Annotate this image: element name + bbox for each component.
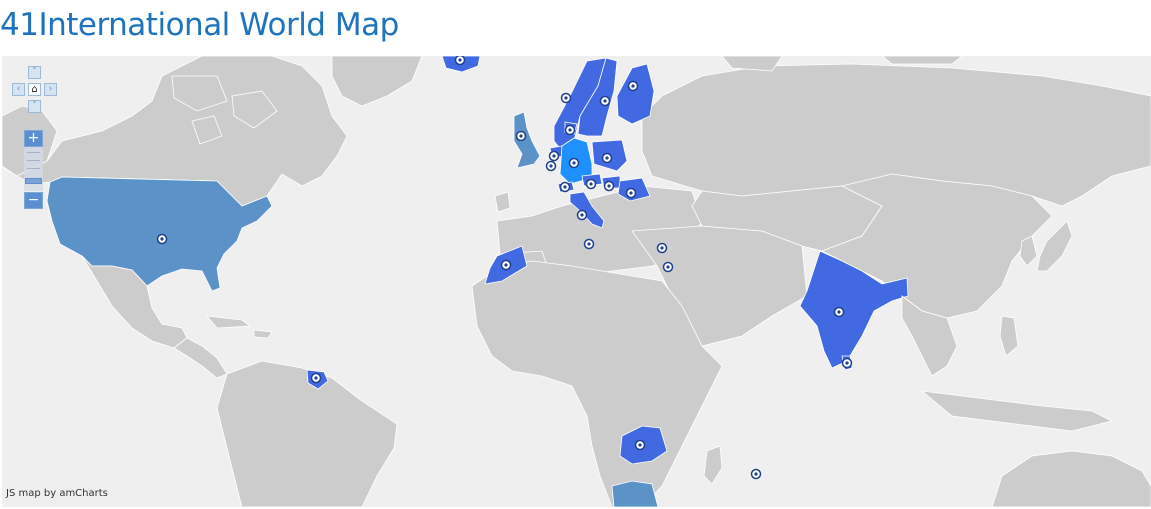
marker-netherlands[interactable] [548,150,560,162]
marker-germany[interactable] [568,157,580,169]
page-title: 41International World Map [0,7,399,43]
home-icon: ⌂ [31,84,38,95]
marker-belgium[interactable] [545,160,557,172]
marker-austria[interactable] [585,178,597,190]
country-south-africa[interactable] [611,480,659,507]
marker-italy[interactable] [576,209,588,221]
zoom-step-mark [27,152,40,153]
country-ireland[interactable] [494,191,511,213]
marker-sweden[interactable] [599,95,611,107]
zoom-out-button[interactable]: − [24,192,43,209]
pan-up-button[interactable]: ˄ [28,66,41,79]
zoom-slider-track[interactable] [24,147,43,191]
zoom-in-button[interactable]: + [24,130,43,147]
marker-hungary[interactable] [603,180,615,192]
chevron-up-icon: ˄ [32,67,37,77]
marker-united-kingdom[interactable] [515,130,527,142]
marker-norway[interactable] [560,92,572,104]
marker-israel[interactable] [662,261,674,273]
chevron-down-icon: ˅ [32,101,37,111]
map-credit[interactable]: JS map by amCharts [6,488,108,499]
marker-finland[interactable] [627,80,639,92]
marker-sri-lanka[interactable] [841,357,853,369]
chevron-right-icon: › [48,84,53,94]
marker-romania[interactable] [625,187,637,199]
zoom-step-mark [27,160,40,161]
marker-iceland[interactable] [454,56,466,66]
marker-zambia[interactable] [634,439,646,451]
marker-cyprus[interactable] [656,242,668,254]
marker-poland[interactable] [601,152,613,164]
marker-india[interactable] [833,306,845,318]
marker-switzerland[interactable] [559,181,571,193]
marker-united-states[interactable] [156,233,168,245]
world-map[interactable] [2,56,1151,507]
marker-mauritius[interactable] [750,468,762,480]
marker-suriname[interactable] [310,372,322,384]
chevron-left-icon: ‹ [16,84,21,94]
pan-right-button[interactable]: › [44,83,57,96]
pan-down-button[interactable]: ˅ [28,100,41,113]
world-map-svg[interactable] [2,56,1151,507]
marker-denmark[interactable] [564,124,576,136]
marker-malta[interactable] [583,238,595,250]
pan-left-button[interactable]: ‹ [12,83,25,96]
marker-morocco[interactable] [500,259,512,271]
zoom-step-mark [27,168,40,169]
pan-home-button[interactable]: ⌂ [28,83,41,96]
zoom-slider-handle[interactable] [25,178,42,184]
